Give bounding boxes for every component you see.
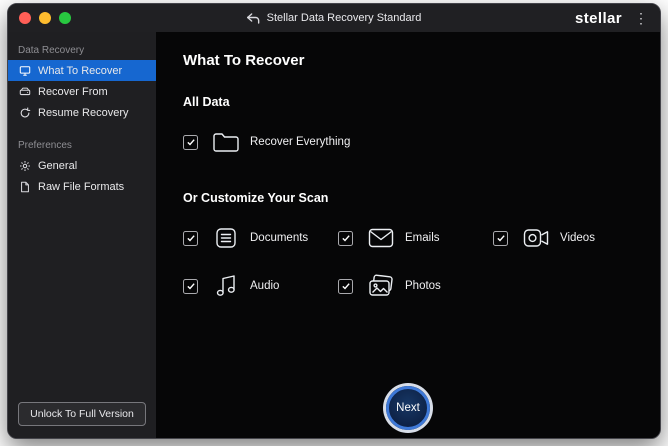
recover-everything-checkbox[interactable] bbox=[183, 135, 198, 150]
folder-icon bbox=[211, 131, 241, 153]
back-arrow-icon[interactable] bbox=[247, 13, 260, 24]
sidebar-item-raw-file-formats[interactable]: Raw File Formats bbox=[8, 176, 156, 197]
next-button[interactable]: Next bbox=[386, 386, 430, 430]
page-title: What To Recover bbox=[183, 52, 660, 69]
option-label: Audio bbox=[250, 280, 279, 292]
stellar-logo: stellar bbox=[575, 10, 622, 27]
sidebar-item-what-to-recover[interactable]: What To Recover bbox=[8, 60, 156, 81]
close-button[interactable] bbox=[19, 12, 31, 24]
checkmark-icon bbox=[186, 137, 196, 147]
customize-heading: Or Customize Your Scan bbox=[183, 191, 660, 205]
checkmark-icon bbox=[496, 233, 506, 243]
option-audio: Audio bbox=[183, 269, 338, 303]
zoom-button[interactable] bbox=[59, 12, 71, 24]
raw-file-icon bbox=[18, 180, 31, 193]
photos-checkbox[interactable] bbox=[338, 279, 353, 294]
gear-icon bbox=[18, 159, 31, 172]
sidebar-item-label: Raw File Formats bbox=[38, 181, 124, 193]
sidebar-item-label: What To Recover bbox=[38, 65, 122, 77]
resume-arrow-icon bbox=[18, 106, 31, 119]
sidebar-section-preferences: Preferences bbox=[8, 135, 156, 155]
photos-icon bbox=[366, 274, 396, 298]
videos-checkbox[interactable] bbox=[493, 231, 508, 246]
more-options-icon[interactable]: ⋮ bbox=[634, 11, 648, 25]
option-label: Documents bbox=[250, 232, 308, 244]
document-icon bbox=[211, 226, 241, 250]
screen-icon bbox=[18, 64, 31, 77]
sidebar-item-resume-recovery[interactable]: Resume Recovery bbox=[8, 102, 156, 123]
customize-options-grid: Documents Emails bbox=[183, 221, 660, 303]
sidebar: Data Recovery What To Recover Recover Fr… bbox=[8, 32, 156, 438]
sidebar-item-label: General bbox=[38, 160, 77, 172]
documents-checkbox[interactable] bbox=[183, 231, 198, 246]
app-window: Stellar Data Recovery Standard stellar ⋮… bbox=[7, 3, 661, 439]
option-videos: Videos bbox=[493, 221, 648, 255]
checkmark-icon bbox=[186, 233, 196, 243]
sidebar-item-label: Resume Recovery bbox=[38, 107, 128, 119]
option-emails: Emails bbox=[338, 221, 493, 255]
option-photos: Photos bbox=[338, 269, 493, 303]
option-label: Photos bbox=[405, 280, 441, 292]
sidebar-item-label: Recover From bbox=[38, 86, 108, 98]
video-icon bbox=[521, 228, 551, 248]
checkmark-icon bbox=[341, 281, 351, 291]
minimize-button[interactable] bbox=[39, 12, 51, 24]
unlock-full-version-button[interactable]: Unlock To Full Version bbox=[18, 402, 146, 426]
checkmark-icon bbox=[341, 233, 351, 243]
sidebar-item-general[interactable]: General bbox=[8, 155, 156, 176]
envelope-icon bbox=[366, 228, 396, 248]
option-label: Videos bbox=[560, 232, 595, 244]
drive-icon bbox=[18, 85, 31, 98]
checkmark-icon bbox=[186, 281, 196, 291]
option-documents: Documents bbox=[183, 221, 338, 255]
audio-checkbox[interactable] bbox=[183, 279, 198, 294]
emails-checkbox[interactable] bbox=[338, 231, 353, 246]
main-content: What To Recover All Data Recover Everyth… bbox=[156, 32, 660, 438]
option-label: Emails bbox=[405, 232, 440, 244]
sidebar-item-recover-from[interactable]: Recover From bbox=[8, 81, 156, 102]
window-title: Stellar Data Recovery Standard bbox=[267, 12, 422, 24]
title-bar: Stellar Data Recovery Standard stellar ⋮ bbox=[8, 4, 660, 32]
all-data-heading: All Data bbox=[183, 95, 660, 109]
traffic-lights bbox=[8, 12, 71, 24]
option-recover-everything: Recover Everything bbox=[183, 125, 660, 159]
sidebar-section-data-recovery: Data Recovery bbox=[8, 40, 156, 60]
audio-note-icon bbox=[211, 274, 241, 298]
option-label: Recover Everything bbox=[250, 136, 350, 148]
